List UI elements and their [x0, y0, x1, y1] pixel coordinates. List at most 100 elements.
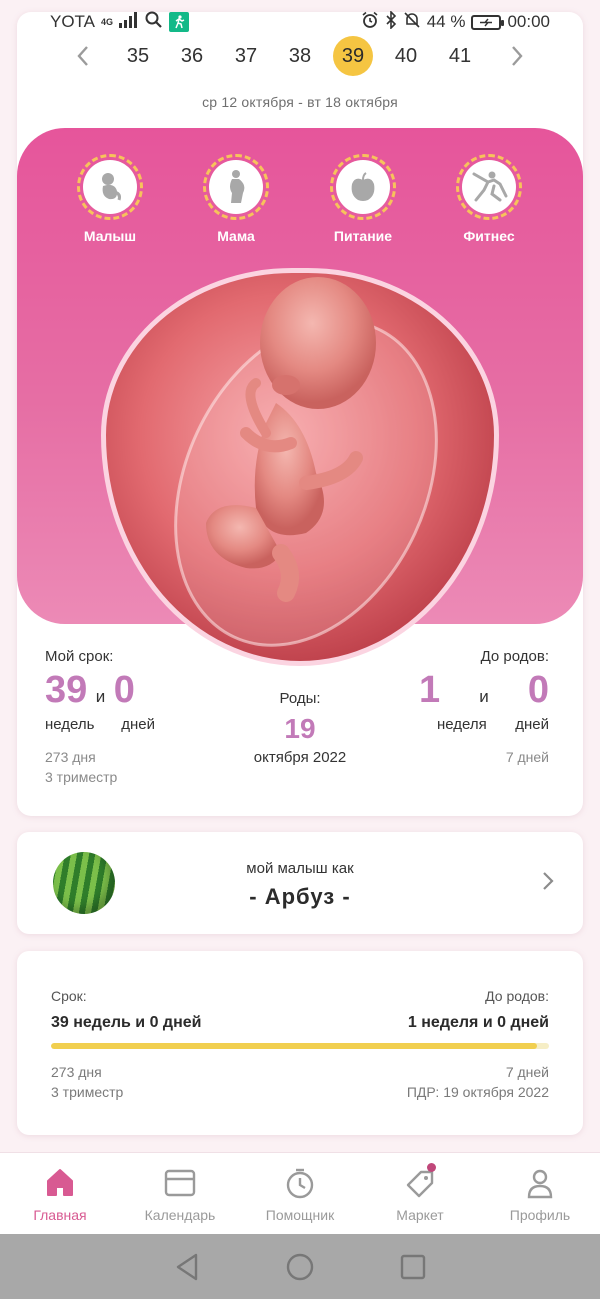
progress-until-value: 1 неделя и 0 дней	[407, 1014, 549, 1031]
bluetooth-icon	[385, 9, 397, 34]
until-extra: 7 дней	[389, 747, 549, 767]
nav-profile-label: Профиль	[509, 1207, 571, 1223]
battery-icon	[471, 14, 505, 30]
progress-until-label: До родов:	[485, 988, 549, 1004]
status-right: 44 % 00:00	[361, 9, 550, 34]
days-total: 273 дня	[45, 749, 96, 765]
progress-card: Срок: До родов: 39 недель и 0 дней 1 нед…	[17, 951, 583, 1135]
back-triangle-icon	[176, 1253, 197, 1280]
category-baby[interactable]: Малыш	[65, 154, 155, 244]
chevron-left-icon	[77, 46, 88, 66]
watermelon-icon	[53, 852, 115, 914]
until-values: 1 и 0	[389, 669, 549, 712]
my-term-units: недель дней	[45, 716, 155, 733]
progress-due-date: ПДР: 19 октября 2022	[406, 1084, 549, 1100]
search-icon	[145, 11, 163, 34]
system-home-button[interactable]	[286, 1253, 314, 1281]
nav-market-label: Маркет	[396, 1207, 444, 1223]
days-unit: дней	[121, 716, 155, 733]
pregnant-woman-icon	[209, 160, 263, 214]
and-word: и	[95, 687, 106, 706]
stopwatch-icon	[282, 1165, 318, 1201]
weeks-number: 39	[45, 669, 88, 711]
days-number: 0	[113, 669, 135, 711]
baby-size-caption: мой малыш как	[246, 860, 354, 877]
progress-remaining: 7 дней	[505, 1064, 549, 1080]
alarm-icon	[361, 11, 379, 34]
clock: 00:00	[507, 12, 550, 31]
progress-left-extra: 273 дня 3 триместр	[51, 1062, 123, 1102]
trimester: 3 триместр	[45, 769, 118, 785]
birth-label: Роды:	[279, 690, 321, 707]
until-days-number: 0	[527, 669, 549, 711]
baby-icon	[83, 160, 137, 214]
progress-bar	[51, 1043, 549, 1049]
category-nutrition-ring	[330, 154, 396, 220]
progress-right-extra: 7 дней ПДР: 19 октября 2022	[407, 1062, 549, 1102]
until-days-unit: дней	[515, 716, 549, 733]
progress-term-value: 39 недель и 0 дней	[51, 1014, 202, 1031]
category-mom-ring	[203, 154, 269, 220]
category-mom-label: Мама	[217, 228, 255, 244]
signal-icon	[119, 11, 139, 33]
until-units: неделя дней	[389, 716, 549, 733]
my-term-values: 39 и 0	[45, 669, 205, 712]
category-nutrition-label: Питание	[333, 228, 393, 244]
baby-size-card[interactable]: мой малыш как - Арбуз -	[17, 832, 583, 934]
nav-market[interactable]: Маркет	[360, 1153, 480, 1234]
hero-panel: Малыш Мама Питание Фитнес	[17, 128, 583, 666]
week-date-range: ср 12 октября - вт 18 октября	[202, 94, 398, 110]
status-left: YOTA 4G	[50, 11, 190, 34]
system-navigation-bar	[0, 1234, 600, 1299]
category-nutrition[interactable]: Питание	[318, 154, 408, 244]
until-total: 7 дней	[505, 749, 549, 765]
category-baby-ring	[77, 154, 143, 220]
nav-home[interactable]: Главная	[0, 1153, 120, 1234]
nav-profile[interactable]: Профиль	[480, 1153, 600, 1234]
fetus-illustration	[101, 268, 499, 666]
progress-days-total: 273 дня	[51, 1064, 102, 1080]
notification-dot	[427, 1163, 436, 1172]
until-weeks-number: 1	[419, 669, 441, 711]
until-label: До родов:	[480, 648, 549, 665]
nav-home-label: Главная	[33, 1207, 87, 1223]
my-term-label: Мой срок:	[45, 648, 114, 665]
weeks-unit: недель	[45, 716, 95, 733]
home-circle-icon	[286, 1253, 314, 1280]
nav-assistant-label: Помощник	[265, 1207, 335, 1223]
until-weeks-unit: неделя	[437, 716, 487, 733]
system-back-button[interactable]	[173, 1253, 201, 1281]
category-fitness-ring	[456, 154, 522, 220]
nav-assistant[interactable]: Помощник	[240, 1153, 360, 1234]
pregnancy-summary-card: 35 36 37 38 39 40 41 ср 12 октября - вт …	[17, 12, 583, 816]
category-fitness[interactable]: Фитнес	[444, 154, 534, 244]
chevron-right-icon	[541, 868, 555, 899]
category-fitness-label: Фитнес	[463, 228, 515, 244]
category-baby-label: Малыш	[83, 228, 137, 244]
status-bar: YOTA 4G 44 % 00:00	[0, 0, 600, 44]
profile-icon	[522, 1165, 558, 1201]
chevron-right-icon	[512, 46, 523, 66]
category-mom[interactable]: Мама	[191, 154, 281, 244]
progress-term-label: Срок:	[51, 988, 87, 1004]
network-type: 4G	[101, 17, 114, 27]
until-and-word: и	[479, 687, 489, 706]
home-icon	[42, 1165, 78, 1201]
progress-bar-fill	[51, 1043, 537, 1049]
my-term-extra: 273 дня 3 триместр	[45, 747, 205, 787]
fitness-app-icon	[169, 12, 190, 32]
bottom-navigation: Главная Календарь Помощник Маркет Профил…	[0, 1152, 600, 1234]
birth-month-year: октября 2022	[253, 749, 347, 766]
price-tag-icon	[402, 1163, 438, 1201]
my-term-block: Мой срок: 39 и 0 недель дней 273 дня 3 т…	[45, 648, 205, 787]
nav-calendar[interactable]: Календарь	[120, 1153, 240, 1234]
carrier-label: YOTA	[50, 12, 96, 31]
recents-square-icon	[401, 1254, 426, 1279]
birth-date-block: Роды: 19 октября 2022	[217, 690, 383, 766]
baby-size-fruit: - Арбуз -	[249, 884, 351, 909]
progress-trimester: 3 триместр	[51, 1084, 124, 1100]
system-recents-button[interactable]	[399, 1253, 427, 1281]
battery-percent: 44 %	[426, 12, 466, 31]
birth-day: 19	[284, 713, 316, 744]
mute-bell-icon	[403, 11, 421, 34]
